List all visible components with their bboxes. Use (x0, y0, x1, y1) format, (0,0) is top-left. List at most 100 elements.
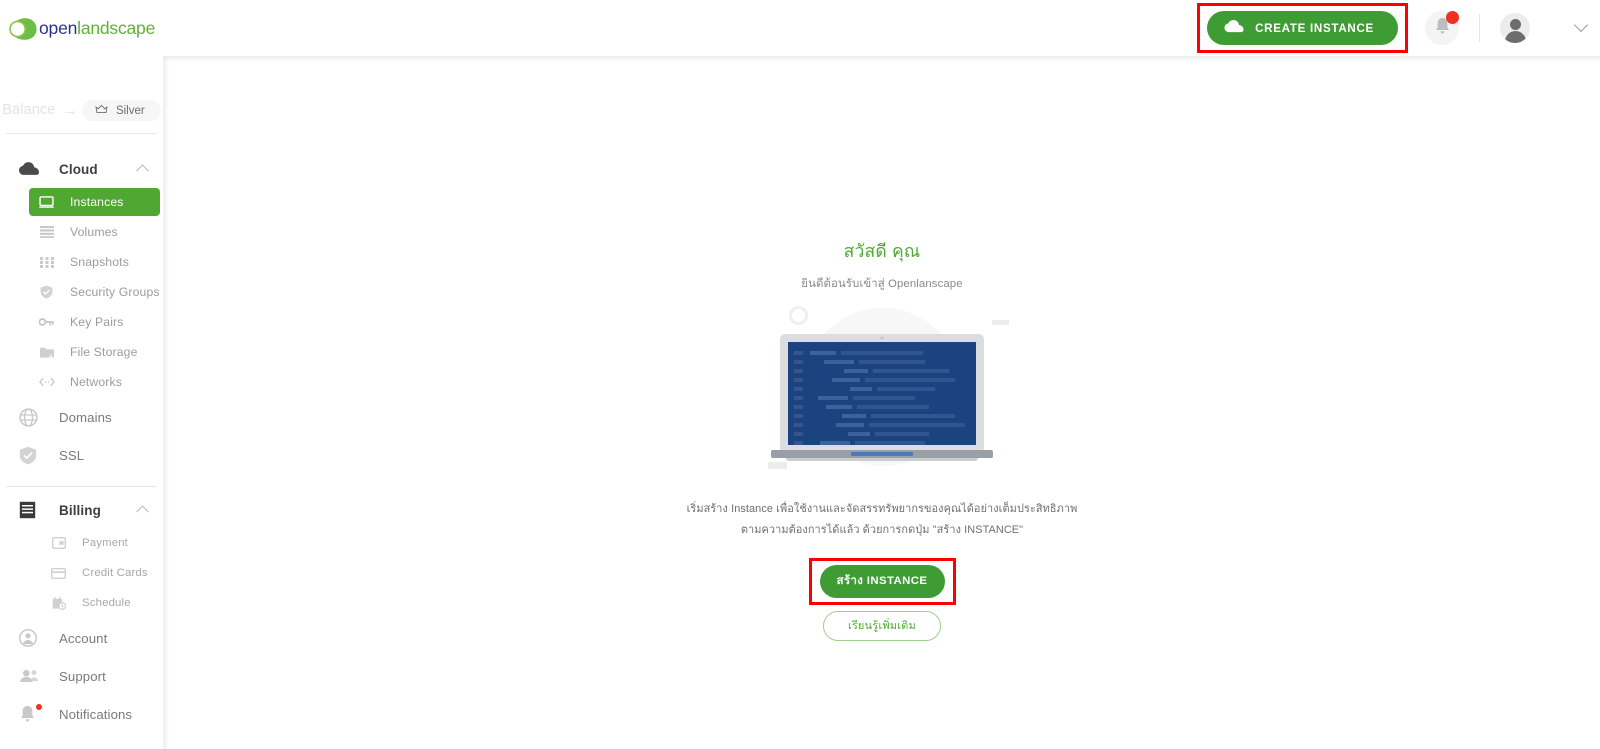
brand-logo[interactable]: openlandscape (0, 0, 163, 57)
sidebar-item-schedule[interactable]: Schedule (41, 589, 160, 617)
page-subtitle: ยินดีต้อนรับเข้าสู่ Openlanscape (801, 278, 963, 290)
main-column: CREATE INSTANCE สวัสดี คุณ ยินดีต้อนรับเ… (163, 0, 1600, 749)
shield-check-icon (19, 446, 41, 465)
shield-icon (38, 285, 55, 299)
laptop-camera-icon (880, 337, 884, 339)
arrow-right-icon: → (62, 101, 78, 119)
app-root: openlandscape Balance → Silver Cloud Ins… (0, 0, 1600, 749)
calendar-clock-icon (50, 596, 67, 610)
sidebar-divider-top (6, 133, 157, 134)
sidebar-item-label: File Storage (70, 345, 138, 359)
sidebar-item-label: Volumes (70, 225, 118, 239)
page-title: สวัสดี คุณ (843, 241, 921, 261)
sidebar-item-notifications[interactable]: Notifications (0, 695, 163, 733)
sidebar-group-cloud[interactable]: Cloud (0, 152, 163, 186)
sidebar-item-account[interactable]: Account (0, 619, 163, 657)
sidebar-item-label: Credit Cards (82, 567, 148, 579)
avatar-head-icon (1509, 19, 1521, 30)
globe-icon (19, 407, 41, 427)
notifications-bell-button[interactable] (1425, 11, 1459, 45)
sidebar-item-snapshots[interactable]: Snapshots (29, 248, 160, 276)
sidebar-item-label: Notifications (59, 706, 133, 722)
sidebar-group-label: Billing (59, 502, 101, 518)
laptop-screen (788, 342, 976, 445)
sidebar-item-security-groups[interactable]: Security Groups (29, 278, 160, 306)
sidebar-item-support[interactable]: Support (0, 657, 163, 695)
chevron-down-icon[interactable] (1573, 17, 1589, 33)
notification-badge (36, 704, 42, 710)
sidebar-item-label: Networks (70, 375, 122, 389)
avatar-body-icon (1504, 31, 1526, 43)
laptop-graphic (771, 334, 993, 461)
wallet-icon (50, 537, 67, 549)
bell-badge (1446, 11, 1459, 24)
cloud-icon (19, 162, 41, 176)
create-instance-highlight: CREATE INSTANCE (1197, 3, 1408, 53)
sidebar-divider-billing (6, 486, 157, 487)
avatar[interactable] (1500, 13, 1530, 43)
folder-icon (38, 347, 55, 358)
credit-card-icon (50, 567, 67, 579)
sidebar-group-billing[interactable]: Billing (0, 493, 163, 527)
decorative-dash-bottom-left (768, 462, 787, 469)
laptop-shadow (786, 458, 978, 461)
laptop-lid (780, 334, 984, 450)
key-icon (38, 317, 55, 327)
sidebar-item-ssl[interactable]: SSL (0, 436, 163, 474)
sidebar-item-label: Payment (82, 537, 129, 549)
sidebar-group-label: Cloud (59, 161, 98, 177)
description-line-2: ตามความต้องการได้แล้ว ด้วยการกดปุ่ม "สร้… (740, 524, 1024, 537)
sidebar-item-credit-cards[interactable]: Credit Cards (41, 559, 160, 587)
sidebar-item-instances[interactable]: Instances (29, 188, 160, 216)
cloud-icon (1224, 20, 1244, 36)
logo-text-landscape: landscape (77, 18, 156, 38)
empty-state: สวัสดี คุณ ยินดีต้อนรับเข้าสู่ Openlansc… (667, 57, 1097, 641)
balance-section: Balance → Silver (0, 57, 163, 146)
decorative-ring-icon (789, 306, 808, 325)
sidebar-item-label: Account (59, 630, 108, 646)
sidebar-item-volumes[interactable]: Volumes (29, 218, 160, 246)
leaf-logo-icon (8, 17, 38, 41)
sidebar-item-networks[interactable]: Networks (29, 368, 160, 396)
cta-group: สร้าง INSTANCE เรียนรู้เพิ่มเติม (667, 557, 1097, 641)
balance-link[interactable]: Balance → (2, 102, 77, 118)
monitor-icon (38, 196, 55, 208)
sidebar-item-label: Instances (70, 195, 124, 209)
sidebar-item-file-storage[interactable]: File Storage (29, 338, 160, 366)
sidebar-item-key-pairs[interactable]: Key Pairs (29, 308, 160, 336)
chevron-up-icon (136, 164, 149, 178)
content-area: สวัสดี คุณ ยินดีต้อนรับเข้าสู่ Openlansc… (163, 57, 1600, 749)
sidebar-item-payment[interactable]: Payment (41, 529, 160, 557)
grid-icon (38, 256, 55, 268)
sidebar-item-domains[interactable]: Domains (0, 398, 163, 436)
decorative-dash-top-right (992, 320, 1009, 325)
sidebar-item-label: Domains (59, 409, 112, 425)
create-instance-th-highlight: สร้าง INSTANCE (808, 557, 956, 605)
layers-icon (38, 226, 55, 238)
tier-badge[interactable]: Silver (81, 100, 161, 121)
create-instance-th-button[interactable]: สร้าง INSTANCE (819, 564, 945, 598)
people-icon (19, 669, 41, 683)
laptop-illustration (732, 298, 1032, 473)
empty-state-description: เริ่มสร้าง Instance เพื่อใช้งานและจัดสรร… (667, 499, 1097, 542)
create-instance-button[interactable]: CREATE INSTANCE (1207, 11, 1398, 45)
receipt-icon (19, 501, 41, 519)
learn-more-button[interactable]: เรียนรู้เพิ่มเติม (823, 610, 941, 641)
topbar-divider (1479, 14, 1480, 42)
sidebar-nav: Cloud Instances Volumes Snapshots Securi… (0, 146, 163, 733)
balance-label: Balance (2, 102, 56, 118)
sidebar-item-label: Support (59, 668, 106, 684)
logo-text-open: open (39, 18, 78, 38)
code-icon (38, 377, 55, 387)
crown-icon (95, 104, 108, 117)
chevron-up-icon (136, 505, 149, 519)
sidebar-item-label: SSL (59, 447, 85, 463)
bell-icon (19, 704, 42, 723)
sidebar-item-label: Schedule (82, 597, 131, 609)
create-instance-label: CREATE INSTANCE (1255, 21, 1374, 35)
sidebar-item-label: Key Pairs (70, 315, 124, 329)
sidebar-item-label: Security Groups (70, 285, 160, 299)
user-circle-icon (19, 629, 41, 647)
tier-label: Silver (115, 104, 145, 117)
description-line-1: เริ่มสร้าง Instance เพื่อใช้งานและจัดสรร… (686, 503, 1078, 515)
